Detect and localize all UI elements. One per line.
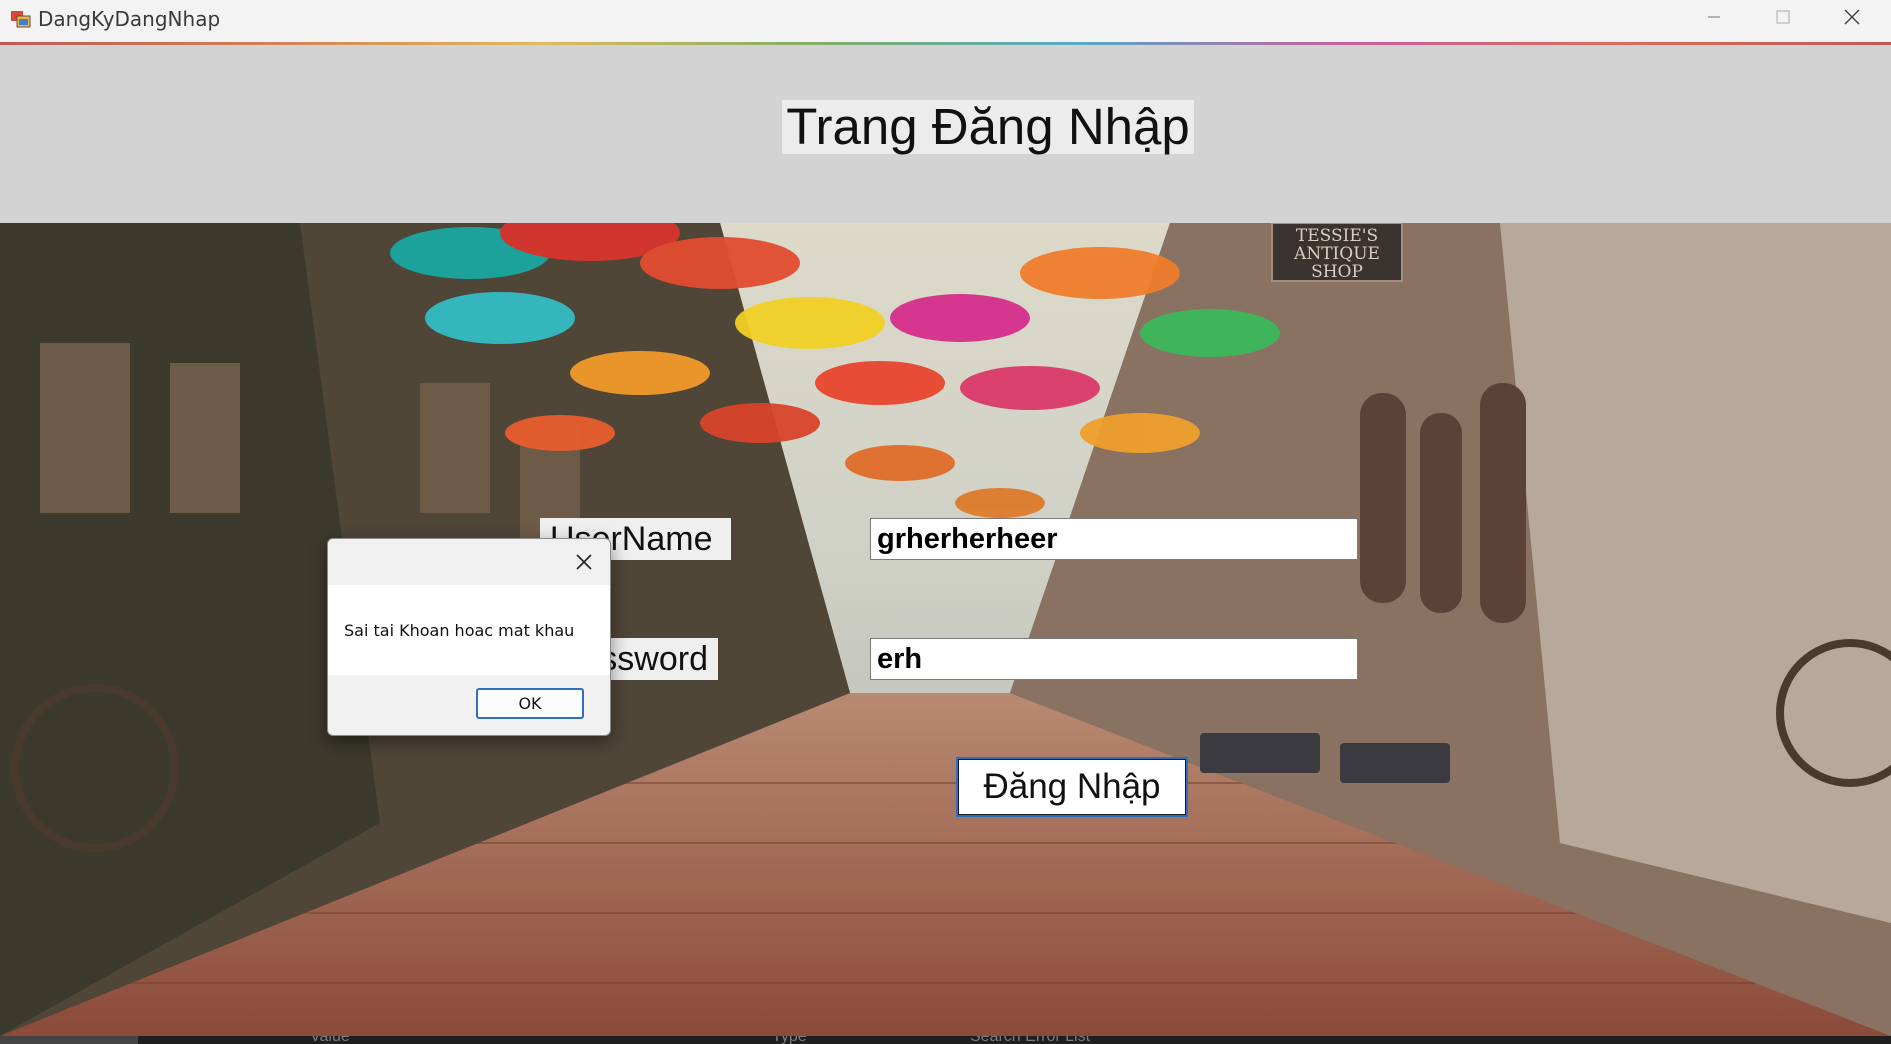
username-input[interactable] xyxy=(870,518,1358,560)
dialog-title-area xyxy=(328,539,610,585)
bottom-panel-tab[interactable] xyxy=(0,1036,138,1044)
bottom-panel-value-header: Value xyxy=(310,1036,350,1044)
background-image: TESSIE'S ANTIQUE SHOP xyxy=(0,223,1891,1036)
app-icon xyxy=(11,11,31,28)
error-message-dialog: Sai tai Khoan hoac mat khau OK xyxy=(327,538,611,736)
bottom-panel-strip: Value Type Search Error List xyxy=(0,1036,1891,1044)
bottom-panel-search[interactable]: Search Error List xyxy=(970,1036,1090,1044)
minimize-button[interactable] xyxy=(1680,0,1748,34)
shop-sign-line-2: ANTIQUE xyxy=(1293,244,1380,264)
window-title: DangKyDangNhap xyxy=(38,7,221,31)
dialog-close-icon[interactable] xyxy=(571,549,597,575)
login-button[interactable]: Đăng Nhập xyxy=(956,757,1188,817)
close-button[interactable] xyxy=(1818,0,1886,34)
title-bar[interactable]: DangKyDangNhap xyxy=(0,0,1891,43)
ok-button[interactable]: OK xyxy=(476,688,584,719)
shop-sign-line-1: TESSIE'S xyxy=(1296,226,1378,246)
maximize-icon xyxy=(1776,10,1790,24)
dialog-message: Sai tai Khoan hoac mat khau xyxy=(344,621,575,640)
bottom-panel-type-header: Type xyxy=(772,1036,807,1044)
shop-sign-line-3: SHOP xyxy=(1311,262,1363,282)
minimize-icon xyxy=(1708,16,1720,18)
page-title: Trang Đăng Nhập xyxy=(782,100,1194,154)
close-icon xyxy=(1844,9,1860,25)
maximize-button[interactable] xyxy=(1749,0,1817,34)
app-window: DangKyDangNhap Trang Đăng Nhập TESSIE'S … xyxy=(0,0,1891,1036)
street-scene-illustration: TESSIE'S ANTIQUE SHOP xyxy=(0,223,1891,1036)
password-input[interactable] xyxy=(870,638,1358,680)
